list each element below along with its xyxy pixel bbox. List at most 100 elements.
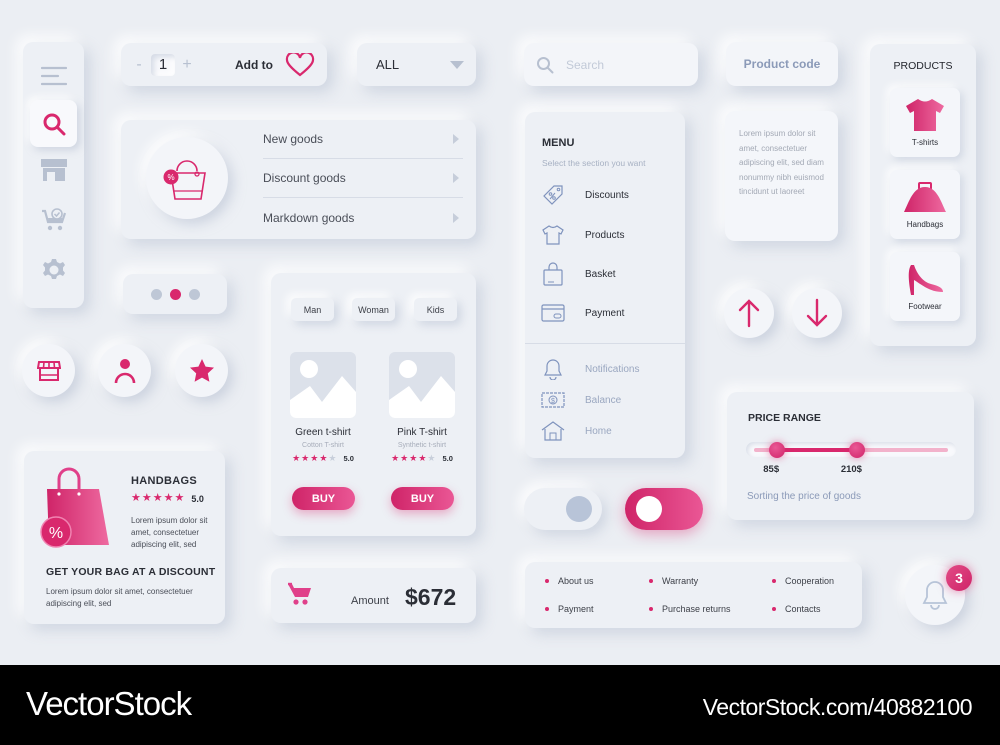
sidebar-search-button[interactable] — [30, 100, 77, 147]
menu-item-discounts[interactable]: Discounts — [539, 181, 679, 209]
menu-item-payment[interactable]: Payment — [539, 299, 679, 327]
chevron-right-icon — [453, 173, 459, 183]
star-filled-icon: ★ — [131, 492, 141, 504]
segment-kids[interactable]: Kids — [414, 298, 457, 321]
tshirt-icon — [905, 98, 945, 132]
menu-item-label: Balance — [585, 394, 622, 406]
handbag-icon — [903, 182, 947, 214]
profile-button[interactable] — [98, 344, 151, 397]
svg-text:$: $ — [551, 398, 555, 405]
star-filled-icon: ★ — [418, 453, 427, 463]
menu-item-label: Notifications — [585, 363, 640, 375]
goods-item-new[interactable]: New goods — [263, 120, 463, 159]
menu-item-label: Payment — [585, 307, 625, 319]
buy-button[interactable]: BUY — [292, 487, 355, 510]
category-tshirts[interactable]: T-shirts — [890, 88, 960, 157]
scroll-up-button[interactable] — [724, 288, 774, 338]
store-button[interactable] — [22, 344, 75, 397]
buy-button[interactable]: BUY — [391, 487, 454, 510]
slider-selected-range — [777, 448, 857, 452]
chevron-down-icon — [450, 60, 464, 69]
link-warranty[interactable]: Warranty — [649, 576, 698, 586]
goods-list: New goods Discount goods Markdown goods — [263, 120, 463, 237]
shopping-bag-icon — [539, 262, 567, 286]
rating-value: 5.0 — [442, 454, 453, 463]
scroll-down-button[interactable] — [792, 288, 842, 338]
quantity-value[interactable]: 1 — [151, 53, 175, 76]
promo-rating: ★ ★ ★ ★ ★ 5.0 — [131, 493, 204, 504]
discount-bag-badge: % — [146, 137, 228, 219]
link-purchase-returns[interactable]: Purchase returns — [649, 604, 731, 614]
category-label: Footwear — [908, 302, 942, 311]
watermark-url: VectorStock.com/40882100 — [702, 694, 973, 720]
decrement-button[interactable]: - — [129, 56, 149, 74]
price-range-card: PRICE RANGE 85$ 210$ Sorting the price o… — [727, 392, 974, 520]
slider-min-handle[interactable] — [769, 442, 786, 458]
menu-item-home[interactable]: Home — [539, 417, 679, 445]
star-filled-icon: ★ — [163, 492, 174, 504]
menu-item-notifications[interactable]: Notifications — [539, 355, 679, 383]
search-icon — [536, 56, 554, 74]
bell-icon — [922, 580, 948, 610]
star-filled-icon: ★ — [319, 453, 328, 463]
product-name: Pink T-shirt — [397, 427, 447, 438]
star-filled-icon: ★ — [409, 453, 418, 463]
search-input[interactable] — [566, 57, 686, 72]
tag-percent-icon — [539, 184, 567, 206]
products-panel: PRODUCTS T-shirts Handbags Footwear — [870, 44, 976, 346]
handbags-promo-card: % HANDBAGS ★ ★ ★ ★ ★ 5.0 Lorem ipsum dolor si… — [24, 451, 225, 624]
heart-icon[interactable] — [285, 52, 315, 77]
star-filled-icon: ★ — [310, 453, 319, 463]
slider-max-handle[interactable] — [848, 442, 865, 458]
sidebar-settings-button[interactable] — [30, 246, 77, 293]
page-dot[interactable] — [188, 288, 200, 300]
menu-item-products[interactable]: Products — [539, 221, 679, 249]
toggle-off[interactable] — [524, 488, 602, 530]
search-box[interactable] — [524, 43, 698, 86]
filter-dropdown[interactable]: ALL — [357, 43, 476, 86]
price-max-label: 210$ — [840, 464, 862, 475]
cart-icon[interactable] — [287, 582, 313, 606]
chevron-right-icon — [453, 212, 459, 223]
product-card[interactable]: Green t-shirt Cotton T-shirt ★ ★ ★ ★ ★ 5.0 — [290, 352, 356, 463]
goods-item-discount[interactable]: Discount goods — [263, 159, 463, 198]
high-heel-icon — [905, 264, 945, 296]
link-contacts[interactable]: Contacts — [772, 604, 821, 614]
watermark-bar: VectorStock VectorStock.com/40882100 — [0, 665, 1000, 745]
price-range-slider[interactable] — [746, 442, 956, 458]
menu-icon — [40, 66, 67, 86]
increment-button[interactable]: + — [177, 56, 197, 74]
segment-woman[interactable]: Woman — [352, 298, 395, 321]
toggle-on[interactable] — [625, 488, 703, 530]
page-dot[interactable] — [150, 288, 162, 300]
segment-man[interactable]: Man — [291, 298, 334, 321]
favorites-button[interactable] — [175, 344, 228, 397]
sidebar-menu-button[interactable] — [30, 52, 77, 99]
product-card[interactable]: Pink T-shirt Synthetic t-shirt ★ ★ ★ ★ ★ 5.0 — [389, 352, 455, 463]
price-min-label: 85$ — [763, 464, 780, 475]
search-icon — [42, 112, 66, 136]
bell-icon — [539, 358, 567, 380]
goods-item-label: Discount goods — [263, 171, 346, 185]
star-empty-icon: ★ — [328, 453, 337, 463]
quantity-add-bar: - 1 + Add to — [121, 43, 327, 86]
sidebar-cart-button[interactable] — [30, 196, 77, 243]
page-dot-active[interactable] — [169, 288, 181, 300]
category-footwear[interactable]: Footwear — [890, 252, 960, 321]
category-handbags[interactable]: Handbags — [890, 170, 960, 239]
menu-item-balance[interactable]: $ Balance — [539, 386, 679, 414]
filter-dropdown-value: ALL — [376, 57, 400, 72]
link-about-us[interactable]: About us — [545, 576, 594, 586]
svg-text:%: % — [167, 173, 174, 182]
category-label: Handbags — [906, 220, 944, 229]
goods-item-label: New goods — [263, 132, 324, 146]
link-cooperation[interactable]: Cooperation — [772, 576, 834, 586]
product-rating: ★ ★ ★ ★ ★ 5.0 — [375, 453, 469, 464]
link-payment[interactable]: Payment — [545, 604, 594, 614]
product-code-button[interactable]: Product code — [726, 42, 838, 86]
sidebar-store-button[interactable] — [30, 146, 77, 193]
goods-item-markdown[interactable]: Markdown goods — [263, 198, 463, 237]
menu-item-basket[interactable]: Basket — [539, 260, 679, 288]
star-filled-icon: ★ — [292, 453, 301, 463]
star-filled-icon: ★ — [400, 453, 409, 463]
